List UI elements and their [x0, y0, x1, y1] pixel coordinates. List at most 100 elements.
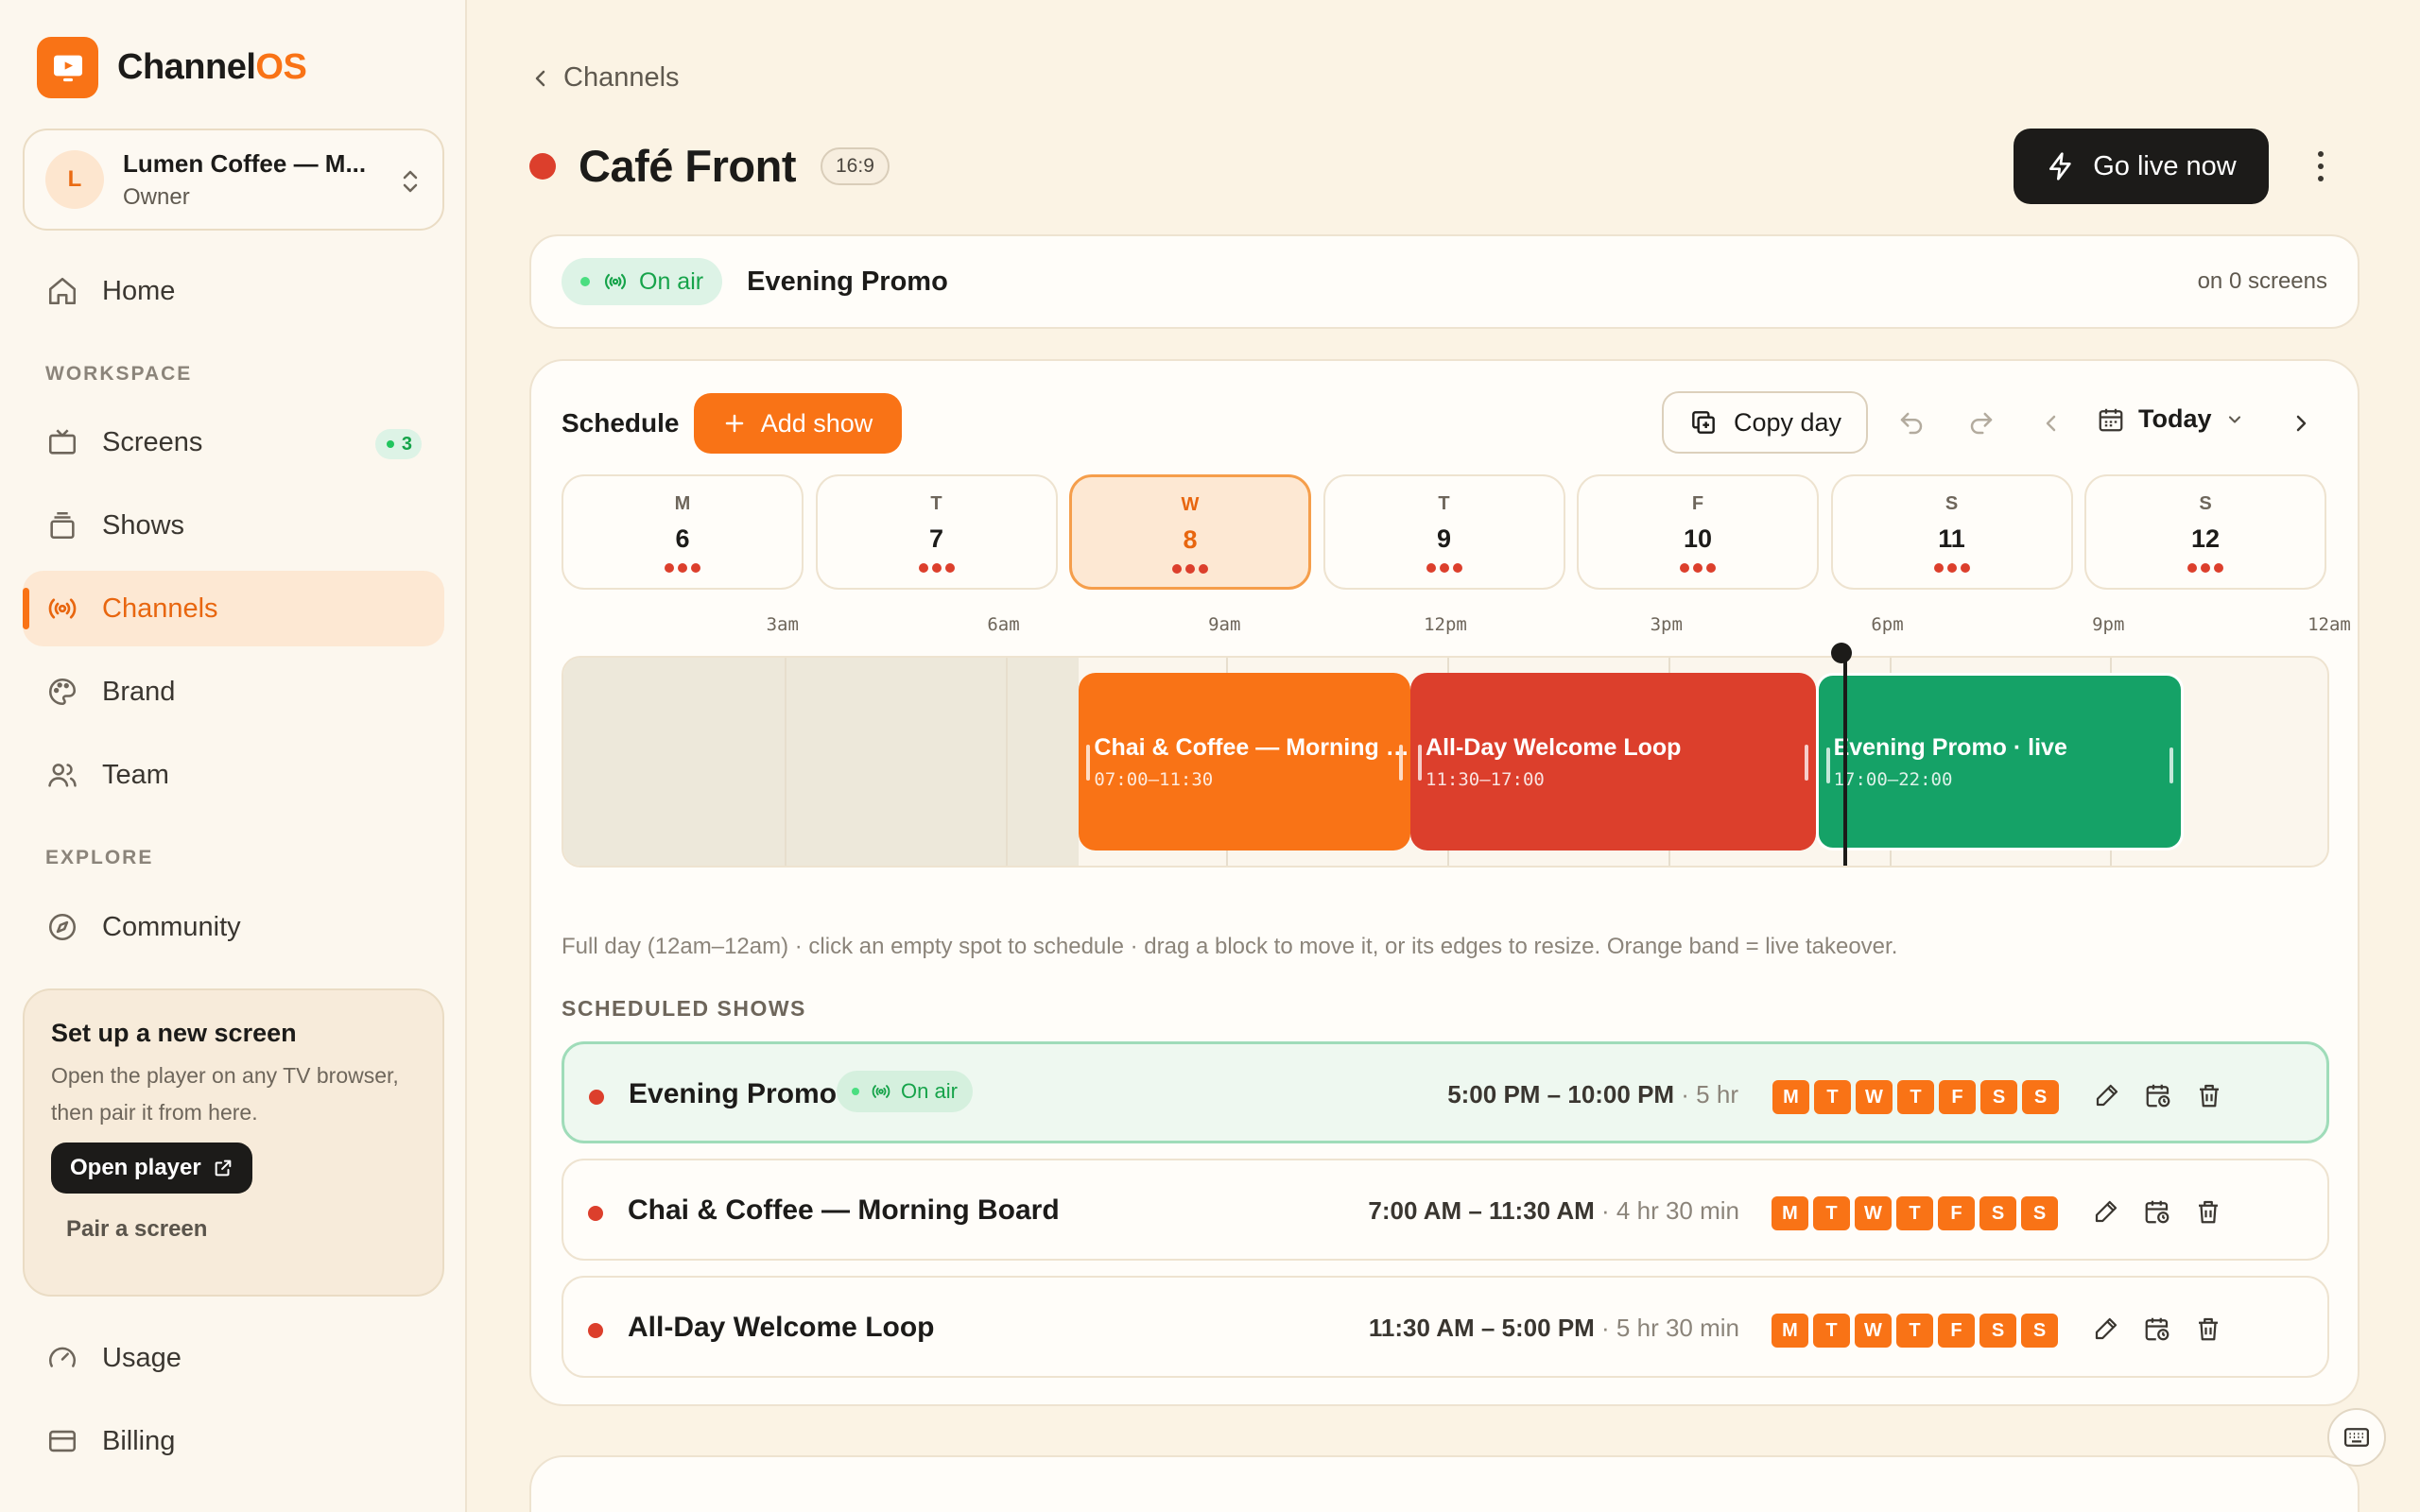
schedule-block[interactable]: All-Day Welcome Loop 11:30–17:00 — [1410, 673, 1816, 850]
schedule-block[interactable]: Chai & Coffee — Morning B... 07:00–11:30 — [1079, 673, 1411, 850]
day-8[interactable]: W8 — [1069, 474, 1311, 590]
trash-icon[interactable] — [2189, 1193, 2227, 1230]
resize-handle-left[interactable] — [1825, 747, 1830, 783]
sidebar-item-label: Channels — [102, 593, 218, 624]
chevron-left-icon[interactable] — [2032, 404, 2070, 442]
sidebar-item-team[interactable]: Team — [23, 737, 444, 813]
reschedule-icon[interactable] — [2138, 1193, 2176, 1230]
active-weekdays: MTWTFSS — [1772, 1080, 2059, 1114]
open-player-button[interactable]: Open player — [51, 1143, 252, 1194]
resize-handle-left[interactable] — [1418, 745, 1423, 781]
external-link-icon — [215, 1160, 232, 1177]
day-9[interactable]: T9 — [1322, 474, 1565, 590]
copy-day-button[interactable]: Copy day — [1662, 391, 1868, 454]
day-timeline[interactable]: Chai & Coffee — Morning B... 07:00–11:30 A… — [562, 656, 2329, 868]
trash-icon[interactable] — [2190, 1076, 2228, 1114]
brand[interactable]: ChannelOS — [37, 37, 307, 98]
on-air-badge: On air — [562, 258, 723, 305]
sidebar: ChannelOS L Lumen Coffee — M... Owner Ho… — [0, 0, 467, 1512]
sidebar-item-usage[interactable]: Usage — [23, 1320, 444, 1396]
weekday-chip: T — [1813, 1196, 1850, 1230]
sidebar-item-shows[interactable]: Shows — [23, 488, 444, 563]
show-time-range: 5:00 PM – 10:00 PM · 5 hr — [1447, 1080, 1738, 1108]
more-options-icon[interactable] — [2307, 147, 2335, 185]
reschedule-icon[interactable] — [2139, 1076, 2177, 1114]
table-row[interactable]: All-Day Welcome Loop 11:30 AM – 5:00 PM ·… — [562, 1276, 2329, 1378]
sidebar-item-label: Team — [102, 759, 169, 790]
sidebar-item-community[interactable]: Community — [23, 889, 444, 965]
weekday-chip: S — [1980, 1080, 2017, 1114]
past-time-shade — [563, 658, 1080, 866]
sidebar-item-label: Community — [102, 911, 241, 942]
weekday-chip: W — [1856, 1080, 1893, 1114]
page-title: Café Front — [579, 141, 797, 191]
breadcrumb-back[interactable]: Channels — [531, 62, 680, 94]
day-7[interactable]: T7 — [815, 474, 1058, 590]
app-name: ChannelOS — [117, 47, 307, 87]
date-picker[interactable]: Today — [2097, 404, 2244, 434]
day-show-dots — [1579, 563, 1817, 573]
weekday-chip: W — [1855, 1196, 1892, 1230]
resize-handle-left[interactable] — [1086, 745, 1091, 781]
block-time: 17:00–22:00 — [1833, 768, 1953, 790]
go-live-button[interactable]: Go live now — [2014, 129, 2269, 204]
broadcast-icon — [872, 1085, 890, 1098]
section-label-workspace: WORKSPACE — [45, 363, 193, 385]
schedule-title: Schedule — [562, 408, 680, 438]
sidebar-item-channels[interactable]: Channels — [23, 571, 444, 646]
chevron-right-icon[interactable] — [2282, 404, 2320, 442]
weekday-chip: S — [2021, 1314, 2058, 1348]
weekday-chip: S — [2022, 1080, 2059, 1114]
day-12[interactable]: S 12 — [2084, 474, 2326, 590]
keyboard-shortcuts-button[interactable] — [2327, 1408, 2386, 1467]
schedule-block[interactable]: Evening Promo · live 17:00–22:00 — [1815, 673, 2185, 850]
weekday-chip: M — [1772, 1196, 1808, 1230]
add-show-button[interactable]: Add show — [694, 393, 902, 454]
weekday-chip: T — [1896, 1314, 1933, 1348]
scheduled-shows-label: SCHEDULED SHOWS — [562, 996, 806, 1021]
sidebar-item-brand[interactable]: Brand — [23, 654, 444, 730]
redo-icon[interactable] — [1962, 404, 2000, 442]
block-time: 11:30–17:00 — [1426, 768, 1545, 790]
sidebar-item-screens[interactable]: Screens 3 — [23, 404, 444, 480]
on-air-show-name: Evening Promo — [747, 266, 948, 297]
day-show-dots — [1833, 563, 2071, 573]
weekday-chip: T — [1813, 1314, 1850, 1348]
day-10[interactable]: F 10 — [1577, 474, 1819, 590]
day-number: 11 — [1938, 524, 1965, 553]
block-time: 07:00–11:30 — [1094, 768, 1214, 790]
trash-icon[interactable] — [2189, 1310, 2227, 1348]
undo-icon[interactable] — [1893, 404, 1930, 442]
table-row[interactable]: Evening Promo On air 5:00 PM – 10:00 PM · … — [562, 1041, 2329, 1143]
day-11[interactable]: S 11 — [1830, 474, 2073, 590]
block-title: All-Day Welcome Loop — [1426, 733, 1682, 761]
sidebar-item-label: Brand — [102, 676, 176, 707]
credit-card-icon — [45, 1424, 79, 1458]
edit-icon[interactable] — [2088, 1076, 2126, 1114]
day-show-dots — [1072, 564, 1308, 574]
edit-icon[interactable] — [2087, 1193, 2125, 1230]
week-day-selector: M 6 T 7 W 8 T 9 F 10 S 11 S 12 — [562, 474, 2329, 590]
pair-screen-link[interactable]: Pair a screen — [66, 1216, 416, 1243]
setup-card: Set up a new screen Open the player on a… — [23, 988, 444, 1297]
sidebar-item-home[interactable]: Home — [23, 253, 444, 329]
sidebar-item-billing[interactable]: Billing — [23, 1403, 444, 1479]
schedule-card: Schedule Add show Copy day Today M6T7W8T… — [529, 359, 2360, 1406]
calendar-icon — [2099, 408, 2123, 431]
day-6[interactable]: M6 — [562, 474, 804, 590]
org-name: Lumen Coffee — M... — [123, 148, 367, 178]
chevron-down-icon — [2228, 415, 2240, 423]
layers-icon — [45, 508, 79, 542]
now-indicator-knob — [1830, 643, 1852, 663]
keyboard-icon — [2344, 1428, 2369, 1447]
edit-icon[interactable] — [2087, 1310, 2125, 1348]
setup-description: Open the player on any TV browser, then … — [51, 1063, 399, 1125]
table-row[interactable]: Chai & Coffee — Morning Board 7:00 AM – 1… — [562, 1159, 2329, 1261]
tv-logo-icon — [37, 37, 98, 98]
day-letter: S — [1945, 493, 1959, 514]
day-number: 9 — [1436, 524, 1452, 553]
reschedule-icon[interactable] — [2138, 1310, 2176, 1348]
day-show-dots — [2086, 563, 2325, 573]
org-switcher[interactable]: L Lumen Coffee — M... Owner — [23, 129, 444, 231]
sidebar-item-label: Screens — [102, 426, 203, 457]
